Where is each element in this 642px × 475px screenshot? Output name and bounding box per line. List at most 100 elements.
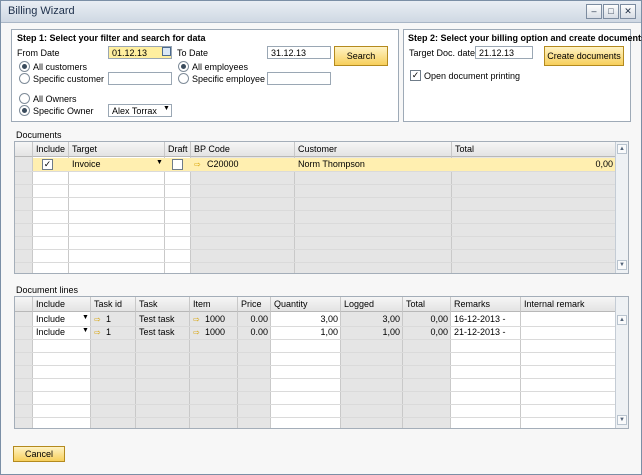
search-button[interactable]: Search: [334, 46, 388, 66]
col-logged[interactable]: Logged: [341, 297, 403, 312]
col-draft[interactable]: Draft: [165, 142, 191, 157]
chevron-down-icon[interactable]: ▼: [156, 159, 163, 166]
quantity-cell[interactable]: 3,00: [271, 313, 341, 326]
customer-cell: Norm Thompson: [298, 159, 365, 169]
row-divider: [15, 184, 616, 185]
documents-label: Documents: [16, 130, 62, 140]
row-header-corner: [15, 297, 33, 312]
specific-owner-label: Specific Owner: [33, 106, 94, 116]
col-total[interactable]: Total: [452, 142, 616, 157]
document-lines-table: Include Task id Task Item Price Quantity…: [14, 296, 629, 429]
step2-heading: Step 2: Select your billing option and c…: [408, 33, 642, 43]
draft-checkbox[interactable]: [172, 159, 183, 170]
row-header-corner: [15, 142, 33, 157]
row-divider: [15, 404, 616, 405]
customer-field[interactable]: [108, 72, 172, 85]
include-column: [33, 157, 69, 273]
quantity-cell[interactable]: 1,00: [271, 326, 341, 339]
include-checkbox[interactable]: ✓: [42, 159, 53, 170]
col-internal-remark[interactable]: Internal remark: [521, 297, 616, 312]
draft-column: [165, 157, 191, 273]
table-row[interactable]: Include ▼ ⇨ 1 Test task ⇨ 1000 0.00 3,00…: [33, 313, 616, 326]
scroll-up-icon[interactable]: ▲: [617, 315, 627, 325]
row-divider: [15, 365, 616, 366]
calendar-icon[interactable]: [162, 47, 171, 56]
specific-employee-radio[interactable]: [178, 73, 189, 84]
from-date-label: From Date: [17, 48, 60, 58]
bp-code-cell: C20000: [207, 159, 239, 169]
open-printing-label: Open document printing: [424, 71, 521, 81]
open-printing-checkbox[interactable]: ✓: [410, 70, 421, 81]
all-customers-radio[interactable]: [19, 61, 30, 72]
specific-owner-radio[interactable]: [19, 105, 30, 116]
all-customers-label: All customers: [33, 62, 88, 72]
row-divider: [15, 249, 616, 250]
col-price[interactable]: Price: [238, 297, 271, 312]
chevron-down-icon[interactable]: ▼: [163, 105, 170, 112]
table-row[interactable]: ✓ Invoice ▼ ⇨ C20000 Norm Thompson 0,00: [33, 158, 616, 171]
employee-field[interactable]: [267, 72, 331, 85]
col-quantity[interactable]: Quantity: [271, 297, 341, 312]
specific-customer-label: Specific customer: [33, 74, 105, 84]
billing-option-panel: Step 2: Select your billing option and c…: [403, 29, 642, 122]
minimize-button[interactable]: –: [586, 4, 602, 19]
task-id-cell: 1: [106, 327, 112, 337]
window-title: Billing Wizard: [8, 5, 75, 17]
table-row[interactable]: Include ▼ ⇨ 1 Test task ⇨ 1000 0.00 1,00…: [33, 326, 616, 339]
row-divider: [15, 417, 616, 418]
scroll-up-icon[interactable]: ▲: [617, 144, 627, 154]
bp-code-column: [191, 157, 295, 273]
close-button[interactable]: ✕: [620, 4, 636, 19]
col-bp-code[interactable]: BP Code: [191, 142, 295, 157]
price-cell: 0.00: [250, 327, 268, 337]
include-cell[interactable]: Include: [33, 326, 83, 339]
include-cell[interactable]: Include: [33, 313, 83, 326]
col-customer[interactable]: Customer: [295, 142, 452, 157]
row-headers: [15, 312, 33, 428]
customer-column: [295, 157, 452, 273]
logged-cell: 3,00: [382, 314, 400, 324]
chevron-down-icon[interactable]: ▼: [82, 314, 89, 321]
row-divider: [15, 262, 616, 263]
total-cell: 0,00: [430, 327, 448, 337]
col-remarks[interactable]: Remarks: [451, 297, 521, 312]
cancel-button[interactable]: Cancel: [13, 446, 65, 462]
col-item[interactable]: Item: [190, 297, 238, 312]
scroll-down-icon[interactable]: ▼: [617, 415, 627, 425]
row-divider: [15, 223, 616, 224]
task-cell: Test task: [139, 314, 175, 324]
title-bar: Billing Wizard – □ ✕: [1, 1, 641, 23]
col-total[interactable]: Total: [403, 297, 451, 312]
remarks-cell[interactable]: 16-12-2013 -: [451, 313, 521, 326]
scroll-down-icon[interactable]: ▼: [617, 260, 627, 270]
row-divider: [15, 171, 616, 172]
all-employees-radio[interactable]: [178, 61, 189, 72]
specific-customer-radio[interactable]: [19, 73, 30, 84]
specific-employee-label: Specific employee: [192, 74, 266, 84]
row-headers: [15, 157, 33, 273]
row-divider: [15, 236, 616, 237]
maximize-button[interactable]: □: [603, 4, 619, 19]
target-cell[interactable]: Invoice: [69, 158, 165, 171]
col-task[interactable]: Task: [136, 297, 190, 312]
all-owners-label: All Owners: [33, 94, 77, 104]
lines-scrollbar[interactable]: ▲ ▼: [615, 297, 628, 428]
documents-scrollbar[interactable]: ▲ ▼: [615, 142, 628, 273]
item-cell: 1000: [205, 327, 226, 337]
col-include[interactable]: Include: [33, 142, 69, 157]
remarks-cell[interactable]: 21-12-2013 -: [451, 326, 521, 339]
chevron-down-icon[interactable]: ▼: [82, 327, 89, 334]
to-date-label: To Date: [177, 48, 209, 58]
documents-table: Include Target Draft BP Code Customer To…: [14, 141, 629, 274]
all-owners-radio[interactable]: [19, 93, 30, 104]
target-date-field[interactable]: 21.12.13: [475, 46, 533, 59]
col-task-id[interactable]: Task id: [91, 297, 136, 312]
col-target[interactable]: Target: [69, 142, 165, 157]
step1-heading: Step 1: Select your filter and search fo…: [17, 33, 206, 43]
total-cell: 0,00: [430, 314, 448, 324]
to-date-field[interactable]: 31.12.13: [267, 46, 331, 59]
row-divider: [15, 197, 616, 198]
all-employees-label: All employees: [192, 62, 249, 72]
col-include[interactable]: Include: [33, 297, 91, 312]
create-documents-button[interactable]: Create documents: [544, 46, 624, 66]
